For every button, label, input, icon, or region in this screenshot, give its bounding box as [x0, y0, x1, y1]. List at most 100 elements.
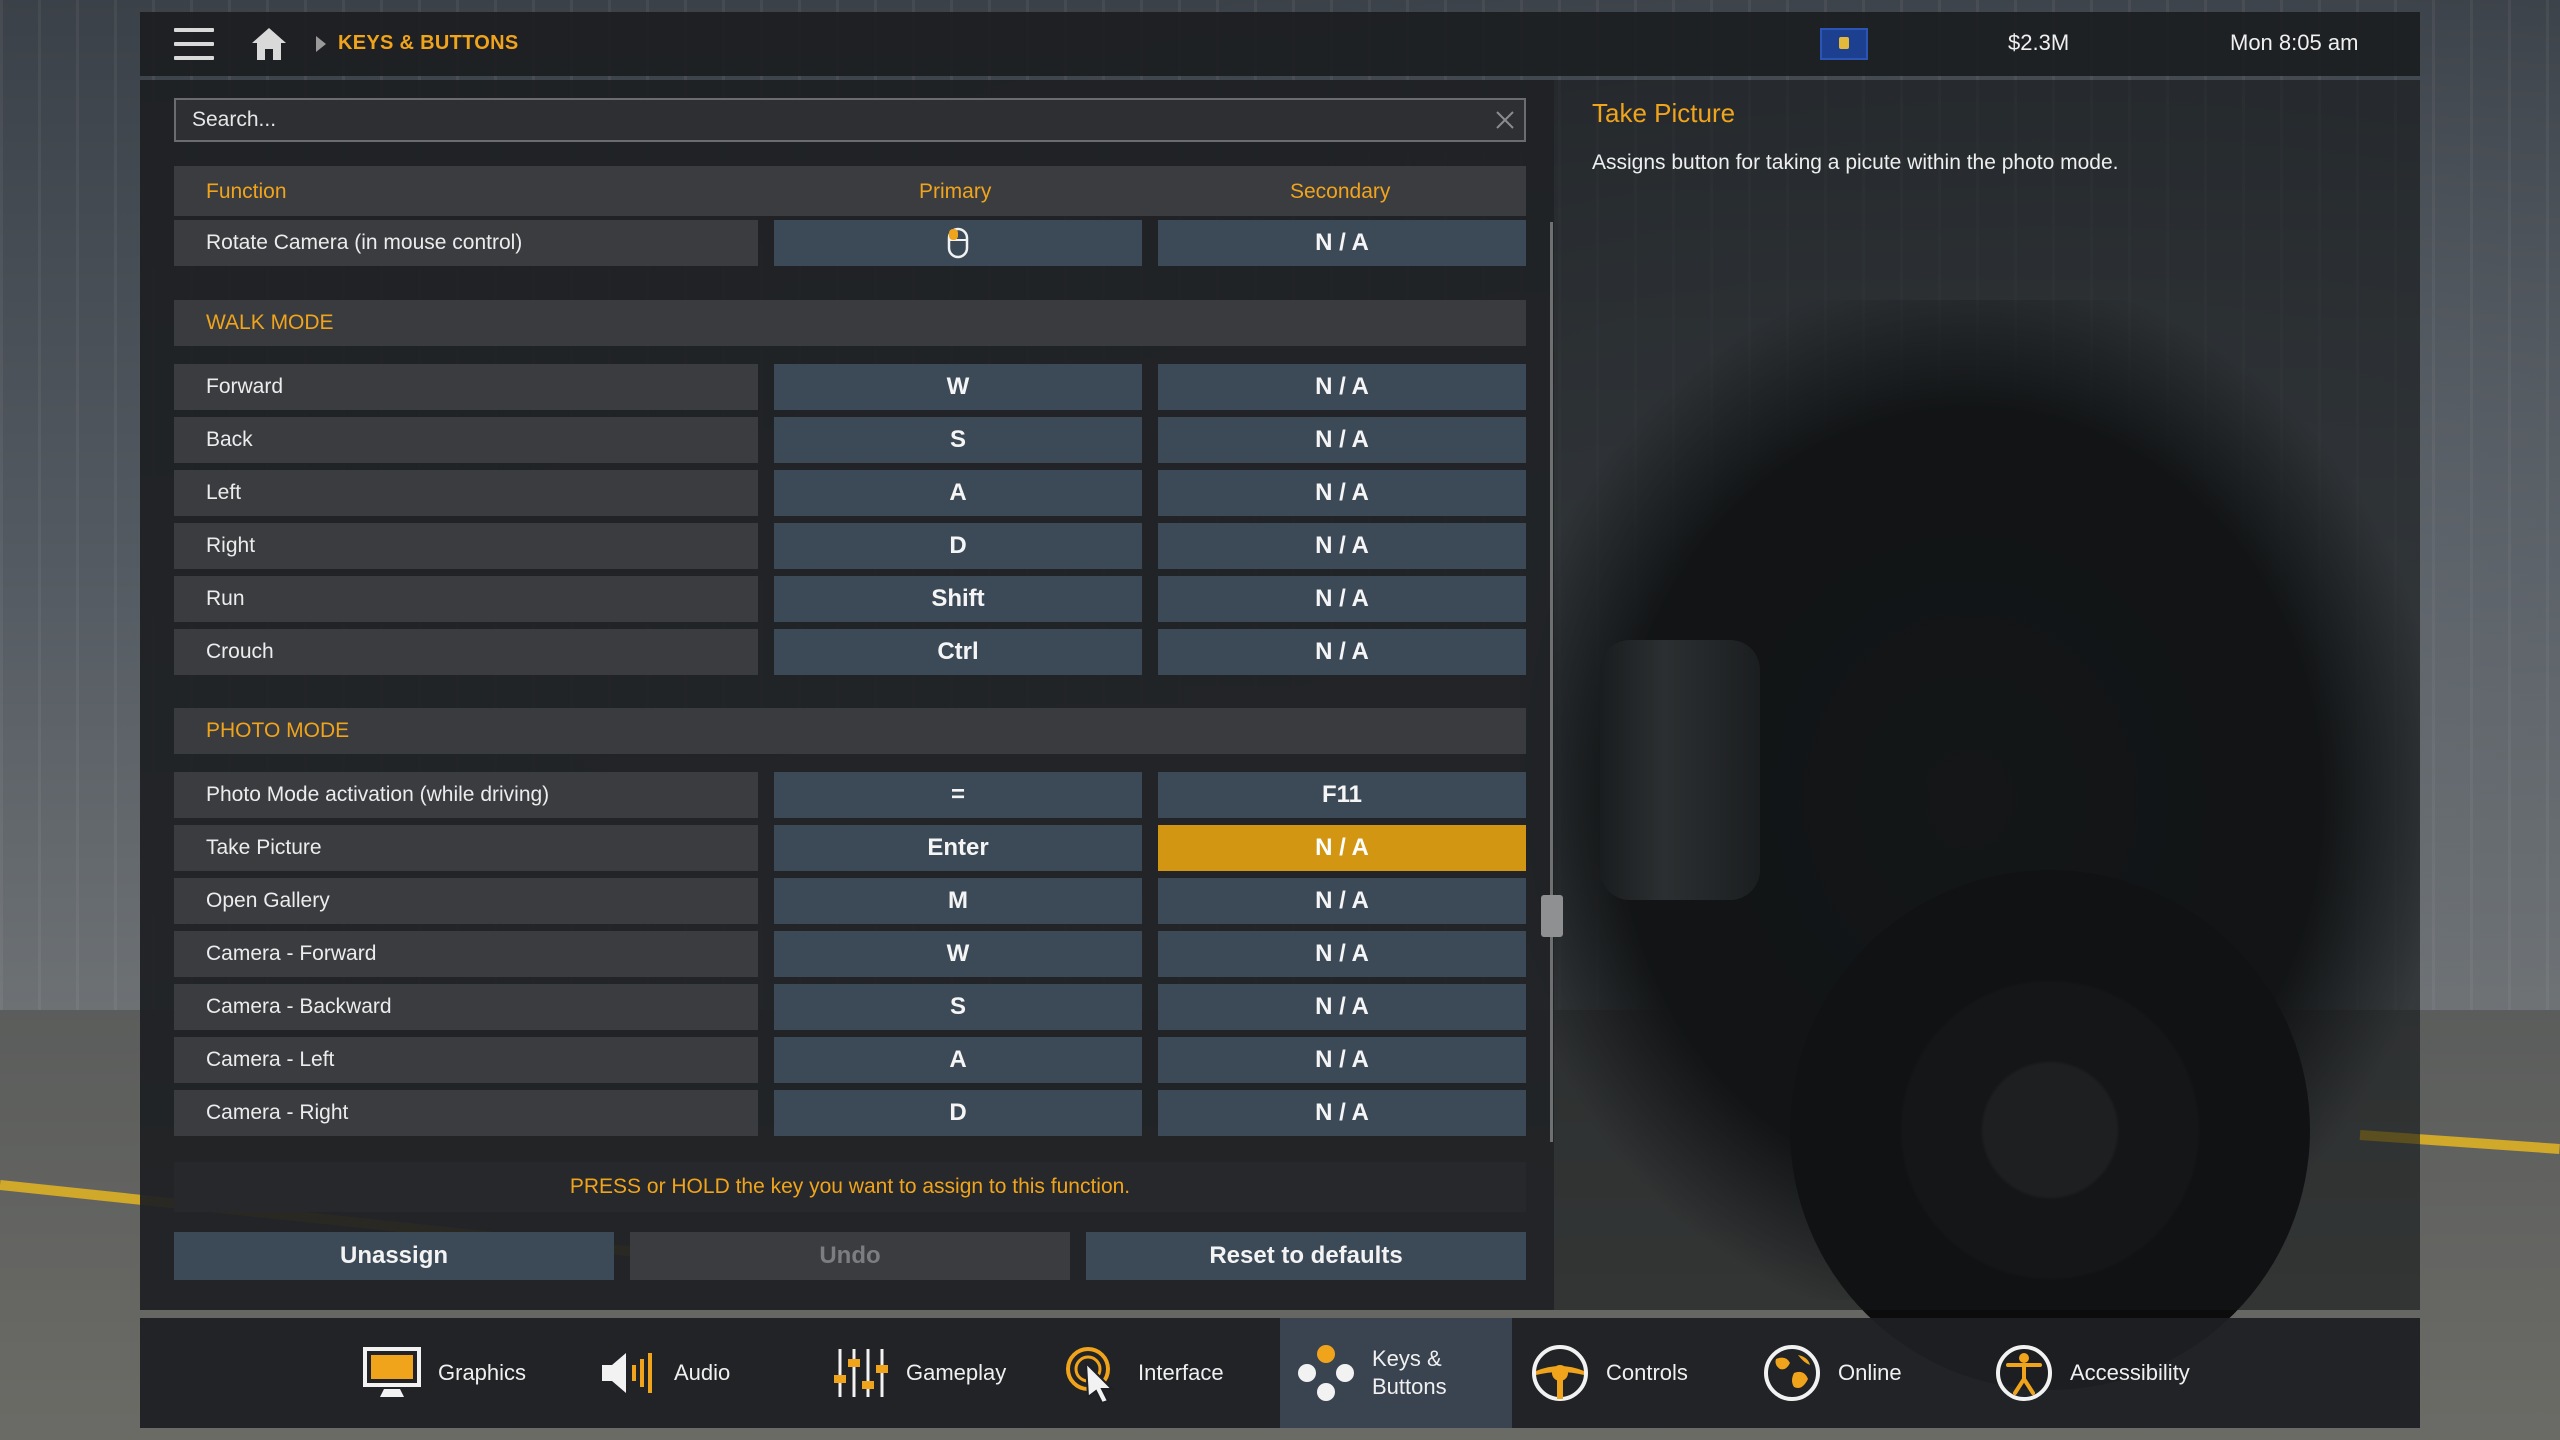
tab-label: Gameplay — [906, 1360, 1007, 1385]
primary-key-cell[interactable]: A — [774, 470, 1142, 516]
tab-label: Online — [1838, 1360, 1902, 1385]
table-row[interactable]: Right D N / A — [174, 523, 1526, 569]
primary-key-cell[interactable]: W — [774, 931, 1142, 977]
secondary-key-cell[interactable]: N / A — [1158, 878, 1526, 924]
scrollbar-thumb[interactable] — [1541, 895, 1563, 937]
secondary-key-cell[interactable]: N / A — [1158, 220, 1526, 266]
primary-key-cell[interactable]: S — [774, 984, 1142, 1030]
table-row[interactable]: Forward W N / A — [174, 364, 1526, 410]
primary-key-cell[interactable]: S — [774, 417, 1142, 463]
primary-key-cell[interactable]: Ctrl — [774, 629, 1142, 675]
tab-label: Keys & — [1372, 1346, 1442, 1371]
tab-keys-buttons[interactable]: Keys & Buttons — [1280, 1318, 1512, 1428]
hamburger-menu-icon[interactable] — [174, 28, 214, 60]
table-row[interactable]: Camera - Backward S N / A — [174, 984, 1526, 1030]
secondary-key-cell[interactable]: N / A — [1158, 931, 1526, 977]
scrollbar-track[interactable] — [1550, 222, 1553, 1142]
primary-key-cell[interactable]: Shift — [774, 576, 1142, 622]
sliders-icon — [828, 1341, 892, 1405]
function-label: Camera - Left — [174, 1037, 758, 1083]
keys-buttons-icon — [1294, 1341, 1358, 1405]
primary-key-cell[interactable]: D — [774, 1090, 1142, 1136]
tab-gameplay[interactable]: Gameplay — [828, 1318, 1058, 1428]
mouse-icon — [947, 227, 969, 259]
search-box — [174, 98, 1526, 142]
tab-online[interactable]: Online — [1760, 1318, 1980, 1428]
table-header: Function Primary Secondary — [174, 166, 1526, 216]
primary-key-cell[interactable]: = — [774, 772, 1142, 818]
table-row[interactable]: Left A N / A — [174, 470, 1526, 516]
undo-button[interactable]: Undo — [630, 1232, 1070, 1280]
function-label: Forward — [174, 364, 758, 410]
secondary-key-cell[interactable]: N / A — [1158, 523, 1526, 569]
detail-title: Take Picture — [1592, 98, 1736, 128]
unassign-button[interactable]: Unassign — [174, 1232, 614, 1280]
flag-icon — [1820, 28, 1868, 60]
function-label: Right — [174, 523, 758, 569]
tab-controls[interactable]: Controls — [1528, 1318, 1748, 1428]
table-row[interactable]: Run Shift N / A — [174, 576, 1526, 622]
secondary-key-cell[interactable]: N / A — [1158, 1090, 1526, 1136]
detail-description: Assigns button for taking a picute withi… — [1592, 151, 2119, 174]
breadcrumb: KEYS & BUTTONS — [338, 32, 519, 54]
tab-label: Buttons — [1372, 1374, 1447, 1399]
header-function: Function — [206, 180, 287, 203]
table-row[interactable]: Camera - Left A N / A — [174, 1037, 1526, 1083]
table-row[interactable]: Camera - Right D N / A — [174, 1090, 1526, 1136]
top-bar: KEYS & BUTTONS $2.3M Mon 8:05 am — [140, 12, 2420, 76]
assign-hint: PRESS or HOLD the key you want to assign… — [174, 1162, 1526, 1212]
speaker-icon — [596, 1341, 660, 1405]
header-secondary: Secondary — [1290, 180, 1391, 203]
search-input[interactable] — [176, 100, 1524, 140]
home-icon[interactable] — [250, 26, 288, 62]
function-label: Take Picture — [174, 825, 758, 871]
function-label: Open Gallery — [174, 878, 758, 924]
secondary-key-cell[interactable]: N / A — [1158, 629, 1526, 675]
tab-label: Audio — [674, 1360, 731, 1385]
primary-key-cell[interactable]: D — [774, 523, 1142, 569]
table-row[interactable]: Open Gallery M N / A — [174, 878, 1526, 924]
accessibility-icon — [1992, 1341, 2056, 1405]
tab-interface[interactable]: Interface — [1060, 1318, 1280, 1428]
secondary-key-cell[interactable]: N / A — [1158, 984, 1526, 1030]
secondary-key-cell[interactable]: N / A — [1158, 576, 1526, 622]
table-row-selected[interactable]: Take Picture Enter N / A — [174, 825, 1526, 871]
function-label: Camera - Right — [174, 1090, 758, 1136]
function-label: Rotate Camera (in mouse control) — [174, 220, 758, 266]
breadcrumb-arrow-icon — [316, 36, 326, 52]
primary-key-cell[interactable]: M — [774, 878, 1142, 924]
reset-defaults-button[interactable]: Reset to defaults — [1086, 1232, 1526, 1280]
header-primary: Primary — [919, 180, 992, 203]
primary-key-cell[interactable] — [774, 220, 1142, 266]
tab-label: Controls — [1606, 1360, 1688, 1385]
tab-accessibility[interactable]: Accessibility — [1992, 1318, 2252, 1428]
secondary-key-cell[interactable]: N / A — [1158, 417, 1526, 463]
game-clock: Mon 8:05 am — [2230, 30, 2359, 55]
function-label: Left — [174, 470, 758, 516]
section-header: WALK MODE — [174, 300, 1526, 346]
steering-wheel-icon — [1528, 1341, 1592, 1405]
close-icon[interactable] — [1494, 109, 1516, 131]
settings-tab-bar: Graphics Audio Gameplay Interface Keys &… — [140, 1318, 2420, 1428]
primary-key-cell[interactable]: A — [774, 1037, 1142, 1083]
primary-key-cell[interactable]: Enter — [774, 825, 1142, 871]
detail-panel — [1554, 80, 2420, 1310]
secondary-key-cell[interactable]: N / A — [1158, 1037, 1526, 1083]
table-row[interactable]: Back S N / A — [174, 417, 1526, 463]
table-row[interactable]: Photo Mode activation (while driving) = … — [174, 772, 1526, 818]
secondary-key-cell[interactable]: N / A — [1158, 364, 1526, 410]
cursor-icon — [1060, 1341, 1124, 1405]
primary-key-cell[interactable]: W — [774, 364, 1142, 410]
table-row[interactable]: Camera - Forward W N / A — [174, 931, 1526, 977]
tab-label: Graphics — [438, 1360, 527, 1385]
table-row[interactable]: Crouch Ctrl N / A — [174, 629, 1526, 675]
tab-label: Interface — [1138, 1360, 1224, 1385]
tab-audio[interactable]: Audio — [596, 1318, 796, 1428]
secondary-key-cell[interactable]: F11 — [1158, 772, 1526, 818]
table-row[interactable]: Rotate Camera (in mouse control) N / A — [174, 220, 1526, 266]
function-label: Camera - Backward — [174, 984, 758, 1030]
secondary-key-cell-selected[interactable]: N / A — [1158, 825, 1526, 871]
secondary-key-cell[interactable]: N / A — [1158, 470, 1526, 516]
money-display: $2.3M — [2008, 30, 2070, 55]
tab-graphics[interactable]: Graphics — [360, 1318, 580, 1428]
